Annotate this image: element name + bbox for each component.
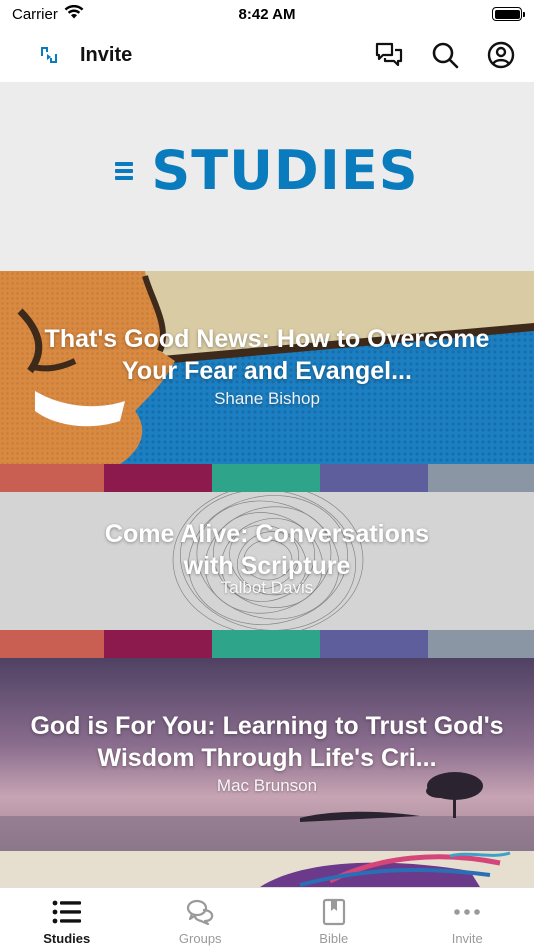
study-title: Come Alive: Conversations with Scripture [104, 520, 430, 580]
tab-bar: Studies Groups Bible Invite [0, 887, 534, 950]
groups-chat-icon [185, 897, 215, 927]
carrier-label: Carrier [12, 5, 58, 23]
list-icon [52, 897, 82, 927]
status-bar: Carrier 8:42 AM [0, 0, 534, 28]
study-card[interactable]: God is For You: Learning to Trust God's … [0, 658, 534, 851]
tab-invite[interactable]: Invite [401, 888, 534, 950]
study-author: Shane Bishop [214, 389, 320, 408]
hero-title: STUDIES [151, 139, 419, 202]
tab-label: Groups [178, 931, 222, 946]
studies-hero-banner: STUDIES [0, 82, 534, 271]
profile-icon[interactable] [484, 38, 518, 72]
tab-studies[interactable]: Studies [0, 888, 134, 950]
search-icon[interactable] [428, 38, 462, 72]
card-artwork [0, 851, 534, 887]
study-author: Mac Brunson [216, 776, 318, 795]
study-card[interactable]: That's Good News: How to Overcome Your F… [0, 271, 534, 464]
nav-title: Invite [80, 43, 133, 66]
tab-groups[interactable]: Groups [134, 888, 268, 950]
battery-icon [492, 7, 525, 21]
study-author: Talbot Davis [220, 578, 314, 597]
wifi-icon [64, 4, 84, 23]
study-card[interactable] [0, 851, 534, 887]
tab-label: Invite [451, 931, 483, 946]
color-stripe [0, 464, 534, 492]
study-title: That's Good News: How to Overcome Your F… [44, 325, 490, 385]
chat-bubbles-icon[interactable] [372, 38, 406, 72]
app-logo-icon [36, 42, 62, 68]
tab-bible[interactable]: Bible [267, 888, 401, 950]
nav-bar: Invite [0, 28, 534, 82]
study-card[interactable]: Come Alive: Conversations with Scripture… [0, 464, 534, 658]
status-time: 8:42 AM [238, 5, 296, 23]
more-dots-icon [452, 897, 482, 927]
bible-icon [319, 897, 349, 927]
study-title: God is For You: Learning to Trust God's … [30, 712, 504, 772]
color-stripe [0, 630, 534, 658]
menu-bars-icon [115, 161, 134, 180]
tab-label: Studies [43, 931, 91, 946]
tab-label: Bible [319, 931, 349, 946]
